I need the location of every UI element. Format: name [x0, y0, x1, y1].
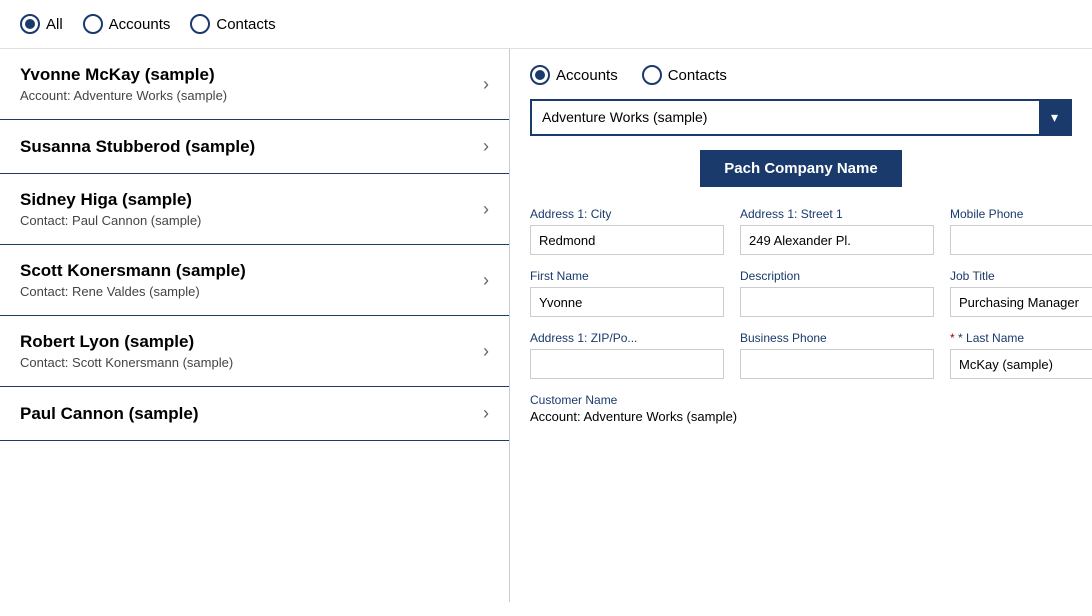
chevron-right-icon: ›: [483, 403, 489, 424]
left-panel: Yvonne McKay (sample) Account: Adventure …: [0, 49, 510, 602]
right-radio-row: Accounts Contacts: [530, 65, 1072, 85]
field-group: Mobile Phone: [950, 207, 1092, 255]
chevron-right-icon: ›: [483, 341, 489, 362]
top-filter-bar: All Accounts Contacts: [0, 0, 1092, 49]
field-group: Address 1: City: [530, 207, 724, 255]
contact-info: Susanna Stubberod (sample): [20, 137, 255, 157]
field-input[interactable]: [740, 225, 934, 255]
contact-list-item[interactable]: Susanna Stubberod (sample) ›: [0, 120, 509, 174]
field-group: Address 1: ZIP/Po...: [530, 331, 724, 379]
field-label: * Last Name: [950, 331, 1092, 345]
filter-accounts-label: Accounts: [109, 16, 171, 33]
field-input[interactable]: [950, 349, 1092, 379]
field-label: Description: [740, 269, 934, 283]
field-input[interactable]: [950, 225, 1092, 255]
fields-grid: Address 1: CityAddress 1: Street 1Mobile…: [530, 207, 1072, 379]
field-label: Mobile Phone: [950, 207, 1092, 221]
right-filter-accounts[interactable]: Accounts: [530, 65, 618, 85]
field-input[interactable]: [530, 287, 724, 317]
right-radio-contacts[interactable]: [642, 65, 662, 85]
field-group: First Name: [530, 269, 724, 317]
contact-list-item[interactable]: Yvonne McKay (sample) Account: Adventure …: [0, 49, 509, 120]
field-group: Job Title: [950, 269, 1092, 317]
right-panel: Accounts Contacts Adventure Works (sampl…: [510, 49, 1092, 602]
dropdown-chevron-btn[interactable]: ▾: [1039, 101, 1070, 134]
contact-sub: Contact: Rene Valdes (sample): [20, 284, 246, 299]
radio-all[interactable]: [20, 14, 40, 34]
field-label: Business Phone: [740, 331, 934, 345]
contact-info: Yvonne McKay (sample) Account: Adventure …: [20, 65, 227, 103]
contact-name: Paul Cannon (sample): [20, 404, 199, 424]
contact-name: Scott Konersmann (sample): [20, 261, 246, 281]
field-group: * Last Name: [950, 331, 1092, 379]
contact-sub: Contact: Paul Cannon (sample): [20, 213, 201, 228]
chevron-right-icon: ›: [483, 136, 489, 157]
contact-sub: Account: Adventure Works (sample): [20, 88, 227, 103]
customer-name-value: Account: Adventure Works (sample): [530, 409, 1072, 424]
right-radio-accounts[interactable]: [530, 65, 550, 85]
field-input[interactable]: [740, 287, 934, 317]
field-input[interactable]: [740, 349, 934, 379]
right-filter-contacts[interactable]: Contacts: [642, 65, 727, 85]
contact-list-item[interactable]: Paul Cannon (sample) ›: [0, 387, 509, 441]
contact-info: Sidney Higa (sample) Contact: Paul Cannon…: [20, 190, 201, 228]
right-filter-accounts-label: Accounts: [556, 67, 618, 84]
contact-info: Paul Cannon (sample): [20, 404, 199, 424]
radio-contacts[interactable]: [190, 14, 210, 34]
main-content: Yvonne McKay (sample) Account: Adventure …: [0, 49, 1092, 602]
contact-list-item[interactable]: Sidney Higa (sample) Contact: Paul Cannon…: [0, 174, 509, 245]
account-dropdown[interactable]: Adventure Works (sample) ▾: [530, 99, 1072, 136]
patch-company-button[interactable]: Pach Company Name: [700, 150, 901, 187]
filter-all-label: All: [46, 16, 63, 33]
chevron-right-icon: ›: [483, 270, 489, 291]
contact-list-item[interactable]: Robert Lyon (sample) Contact: Scott Koner…: [0, 316, 509, 387]
field-group: Description: [740, 269, 934, 317]
chevron-down-icon: ▾: [1051, 109, 1058, 126]
field-input[interactable]: [950, 287, 1092, 317]
field-group: Business Phone: [740, 331, 934, 379]
contact-name: Sidney Higa (sample): [20, 190, 201, 210]
field-label: Job Title: [950, 269, 1092, 283]
contact-name: Robert Lyon (sample): [20, 332, 233, 352]
radio-accounts[interactable]: [83, 14, 103, 34]
field-group: Address 1: Street 1: [740, 207, 934, 255]
contact-info: Scott Konersmann (sample) Contact: Rene V…: [20, 261, 246, 299]
contact-info: Robert Lyon (sample) Contact: Scott Koner…: [20, 332, 233, 370]
field-label: First Name: [530, 269, 724, 283]
contact-name: Yvonne McKay (sample): [20, 65, 227, 85]
chevron-right-icon: ›: [483, 199, 489, 220]
contact-sub: Contact: Scott Konersmann (sample): [20, 355, 233, 370]
customer-name-label: Customer Name: [530, 393, 1072, 407]
filter-accounts[interactable]: Accounts: [83, 14, 171, 34]
filter-contacts[interactable]: Contacts: [190, 14, 275, 34]
field-label: Address 1: ZIP/Po...: [530, 331, 724, 345]
field-input[interactable]: [530, 349, 724, 379]
chevron-right-icon: ›: [483, 74, 489, 95]
right-filter-contacts-label: Contacts: [668, 67, 727, 84]
field-input[interactable]: [530, 225, 724, 255]
contact-list-item[interactable]: Scott Konersmann (sample) Contact: Rene V…: [0, 245, 509, 316]
filter-contacts-label: Contacts: [216, 16, 275, 33]
field-label: Address 1: City: [530, 207, 724, 221]
field-label: Address 1: Street 1: [740, 207, 934, 221]
dropdown-value: Adventure Works (sample): [532, 101, 1039, 134]
filter-all[interactable]: All: [20, 14, 63, 34]
contact-name: Susanna Stubberod (sample): [20, 137, 255, 157]
customer-name-section: Customer Name Account: Adventure Works (…: [530, 393, 1072, 424]
